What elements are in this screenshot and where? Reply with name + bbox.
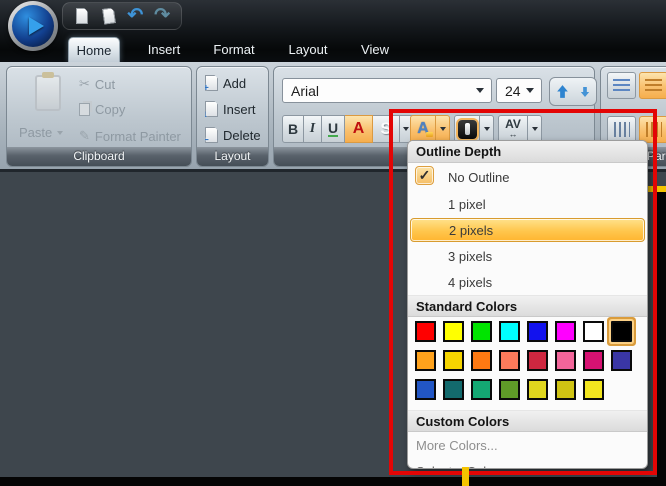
font-size-value: 24 — [505, 83, 521, 99]
quick-access-toolbar: ↶ ↷ — [62, 2, 182, 30]
clipboard-group: Paste ✂ Cut Copy ✎ Format Painter Clipbo… — [6, 66, 192, 167]
title-bar: ↶ ↷ Home Insert Format Layout View — [0, 0, 666, 62]
tab-format[interactable]: Format — [204, 37, 264, 62]
redo-button[interactable]: ↷ — [153, 6, 171, 26]
app-logo — [12, 5, 54, 47]
save-button[interactable] — [100, 6, 118, 26]
paste-button[interactable]: Paste — [19, 125, 63, 140]
font-color-toggle-label: A — [353, 120, 365, 138]
copy-label: Copy — [95, 102, 125, 117]
save-icon — [102, 7, 116, 25]
add-page-icon: + — [205, 75, 218, 91]
align-center-button[interactable] — [639, 72, 666, 99]
vertical-guide-line — [462, 467, 469, 486]
undo-button[interactable]: ↶ — [127, 6, 145, 26]
insert-button[interactable]: ↓ Insert — [205, 101, 256, 117]
play-icon — [29, 17, 44, 35]
redo-icon: ↷ — [154, 7, 170, 25]
new-document-icon — [76, 8, 88, 24]
new-document-button[interactable] — [73, 6, 91, 26]
font-name-value: Arial — [291, 83, 319, 99]
format-painter-icon: ✎ — [79, 128, 90, 144]
grow-font-button[interactable] — [556, 84, 569, 99]
cut-label: Cut — [95, 77, 115, 92]
layout-group: + Add ↓ Insert − Delete Layout — [196, 66, 269, 167]
bold-button[interactable]: B — [282, 115, 304, 143]
delete-page-icon: − — [205, 127, 218, 143]
bold-label: B — [288, 121, 298, 137]
tab-home[interactable]: Home — [68, 37, 120, 62]
cut-button[interactable]: ✂ Cut — [79, 76, 115, 92]
font-name-combobox[interactable]: Arial — [282, 78, 492, 103]
add-button[interactable]: + Add — [205, 75, 246, 91]
font-color-toggle-button[interactable]: A — [345, 115, 373, 143]
cut-icon: ✂ — [79, 76, 90, 92]
format-painter-button[interactable]: ✎ Format Painter — [79, 128, 181, 144]
app-window: ↶ ↷ Home Insert Format Layout View Paste… — [0, 0, 666, 486]
align-center-icon — [645, 79, 662, 93]
chevron-down-icon — [476, 88, 484, 93]
clipboard-group-label: Clipboard — [7, 147, 191, 166]
paste-label: Paste — [19, 125, 52, 140]
copy-button[interactable]: Copy — [79, 102, 125, 117]
delete-button[interactable]: − Delete — [205, 127, 261, 143]
tab-insert[interactable]: Insert — [138, 37, 190, 62]
underline-label: U — [328, 122, 338, 137]
annotation-highlight-box — [389, 109, 657, 475]
align-left-button[interactable] — [607, 72, 636, 99]
chevron-down-icon — [526, 88, 534, 93]
insert-label: Insert — [223, 102, 256, 117]
canvas-dark-area — [0, 477, 666, 486]
undo-icon: ↶ — [127, 7, 143, 25]
tab-view[interactable]: View — [352, 37, 398, 62]
font-size-combobox[interactable]: 24 — [496, 78, 542, 103]
copy-icon — [79, 103, 90, 116]
layout-group-label: Layout — [197, 147, 268, 166]
delete-label: Delete — [223, 128, 261, 143]
insert-page-icon: ↓ — [205, 101, 218, 117]
font-size-stepper — [549, 77, 597, 106]
app-logo-button[interactable] — [8, 1, 58, 51]
italic-button[interactable]: I — [304, 115, 322, 143]
canvas-dark-area — [657, 192, 666, 486]
add-label: Add — [223, 76, 246, 91]
underline-button[interactable]: U — [322, 115, 345, 143]
format-painter-label: Format Painter — [95, 129, 181, 144]
italic-label: I — [310, 121, 315, 137]
shrink-font-button[interactable] — [580, 86, 590, 98]
tab-layout[interactable]: Layout — [278, 37, 338, 62]
paste-dropdown-icon — [57, 131, 63, 135]
paste-icon — [35, 75, 61, 111]
align-left-icon — [613, 79, 630, 93]
